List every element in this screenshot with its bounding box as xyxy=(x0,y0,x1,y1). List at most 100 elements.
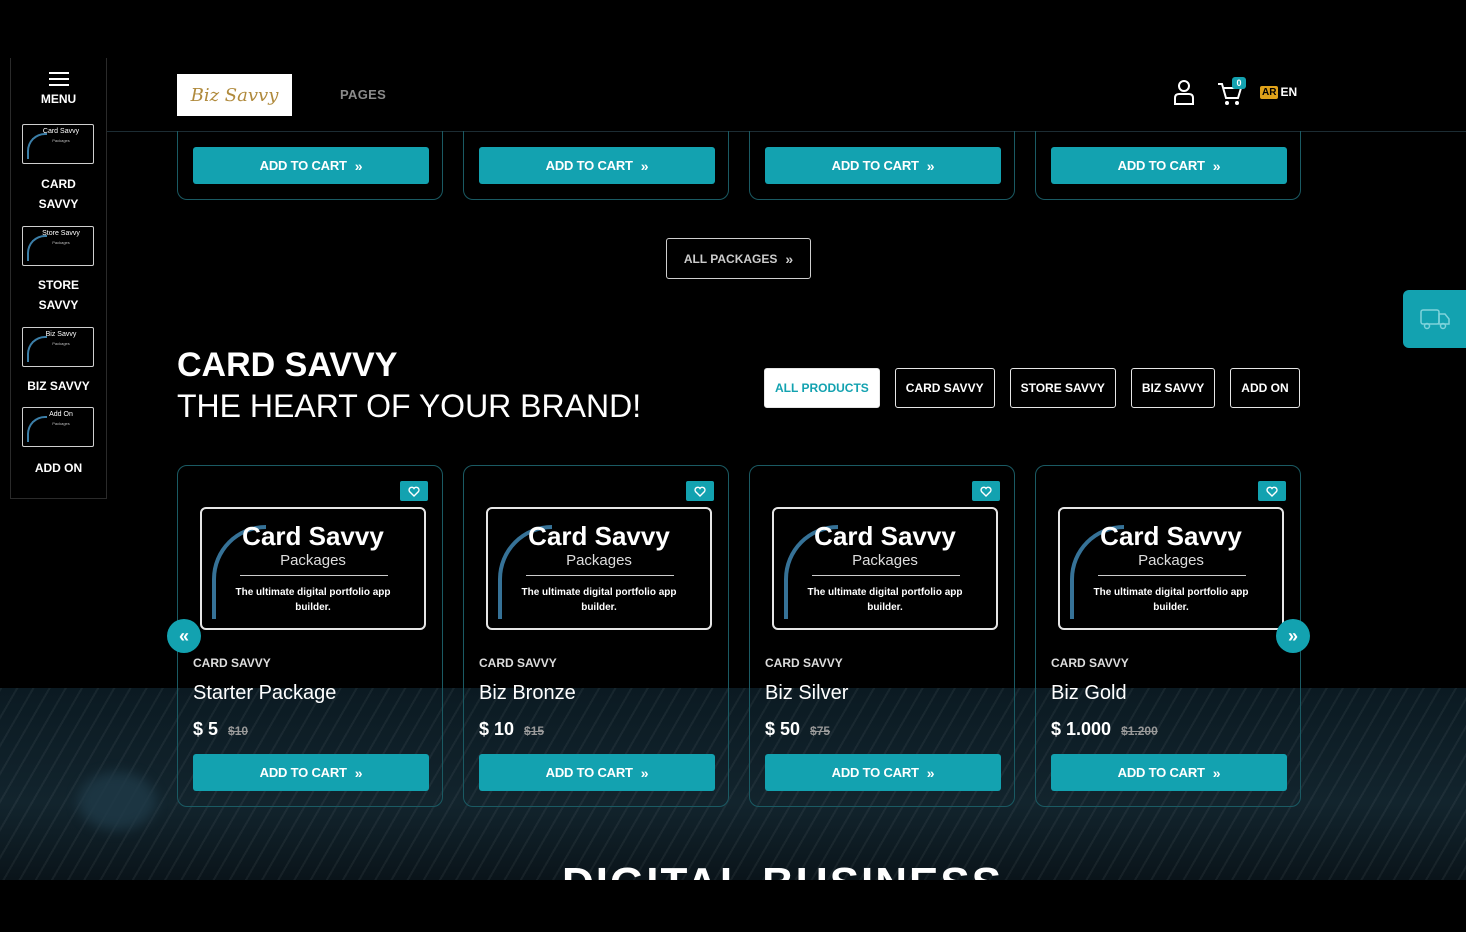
product-name[interactable]: Starter Package xyxy=(193,682,336,705)
filter-all-products[interactable]: ALL PRODUCTS xyxy=(764,368,880,408)
nav-pages[interactable]: PAGES xyxy=(340,87,386,102)
button-label: ADD TO CART xyxy=(831,158,919,173)
menu-button[interactable]: MENU xyxy=(11,68,106,106)
sidebar-item-card-savvy[interactable]: CARD SAVVY xyxy=(11,174,106,214)
product-category: CARD SAVVY xyxy=(193,656,271,670)
product-card: Card Savvy Packages The ultimate digital… xyxy=(1035,465,1301,807)
side-thumb-card-savvy[interactable]: Card Savvy Packages xyxy=(22,124,94,164)
wishlist-heart-icon[interactable] xyxy=(686,481,714,501)
chevrons-right-icon: » xyxy=(354,764,363,781)
add-to-cart-button[interactable]: ADD TO CART » xyxy=(1051,754,1287,791)
product-card-top: ADD TO CART » xyxy=(1035,131,1301,200)
product-card-top: ADD TO CART » xyxy=(463,131,729,200)
button-label: ADD TO CART xyxy=(1117,765,1205,780)
old-price: $75 xyxy=(810,724,831,738)
thumb-description: The ultimate digital portfolio app build… xyxy=(235,587,391,613)
chevrons-right-icon: » xyxy=(354,157,363,174)
filter-store-savvy[interactable]: STORE SAVVY xyxy=(1009,368,1116,408)
button-label: ADD TO CART xyxy=(545,158,633,173)
chevrons-right-icon: » xyxy=(1287,625,1298,646)
hamburger-icon xyxy=(48,72,69,86)
filter-biz-savvy[interactable]: BIZ SAVVY xyxy=(1130,368,1216,408)
thumb-subtitle: Packages xyxy=(52,138,70,143)
sidebar-item-label: SAVVY xyxy=(38,197,79,211)
wishlist-heart-icon[interactable] xyxy=(400,481,428,501)
old-price: $1.200 xyxy=(1121,724,1158,738)
lang-en[interactable]: EN xyxy=(1280,85,1297,99)
background-glow xyxy=(78,772,156,830)
delivery-tab[interactable] xyxy=(1403,290,1466,348)
product-name[interactable]: Biz Silver xyxy=(765,682,848,705)
old-price: $10 xyxy=(228,724,249,738)
button-label: ADD TO CART xyxy=(831,765,919,780)
logo-text: Biz Savvy xyxy=(190,84,279,106)
current-price: $ 10 xyxy=(479,719,515,739)
add-to-cart-button[interactable]: ADD TO CART » xyxy=(193,147,429,184)
sidebar-item-label: BIZ SAVVY xyxy=(27,379,90,393)
product-price: $ 50 $75 xyxy=(765,719,830,740)
thumb-description: The ultimate digital portfolio app build… xyxy=(521,587,677,613)
thumb-description: The ultimate digital portfolio app build… xyxy=(1093,587,1249,613)
user-icon[interactable] xyxy=(1173,79,1195,105)
truck-icon xyxy=(1420,309,1450,330)
product-image[interactable]: Card Savvy Packages The ultimate digital… xyxy=(200,507,426,630)
add-to-cart-button[interactable]: ADD TO CART » xyxy=(765,147,1001,184)
sidebar-item-biz-savvy[interactable]: BIZ SAVVY xyxy=(11,376,106,396)
chevrons-right-icon: » xyxy=(640,764,649,781)
carousel-next-button[interactable]: » xyxy=(1276,619,1310,653)
cart-count-badge: 0 xyxy=(1232,77,1246,89)
product-image[interactable]: Card Savvy Packages The ultimate digital… xyxy=(1058,507,1284,630)
all-packages-button[interactable]: ALL PACKAGES » xyxy=(666,238,811,279)
button-label: ADD TO CART xyxy=(259,765,347,780)
add-to-cart-button[interactable]: ADD TO CART » xyxy=(479,754,715,791)
product-image[interactable]: Card Savvy Packages The ultimate digital… xyxy=(486,507,712,630)
divider xyxy=(1098,575,1246,576)
chevrons-right-icon: » xyxy=(926,157,935,174)
add-to-cart-button[interactable]: ADD TO CART » xyxy=(193,754,429,791)
logo[interactable]: Biz Savvy xyxy=(177,74,292,116)
product-name[interactable]: Biz Bronze xyxy=(479,682,576,705)
thumb-subtitle: Packages xyxy=(1138,552,1204,569)
thumb-title: Card Savvy xyxy=(242,521,384,551)
menu-label: MENU xyxy=(40,92,77,106)
side-thumb-store-savvy[interactable]: Store Savvy Packages xyxy=(22,226,94,266)
product-name[interactable]: Biz Gold xyxy=(1051,682,1127,705)
chevrons-left-icon: « xyxy=(178,625,189,646)
sidebar-item-add-on[interactable]: ADD ON xyxy=(11,458,106,478)
section-title: CARD SAVVY xyxy=(177,346,398,384)
thumb-subtitle: Packages xyxy=(566,552,632,569)
sidebar-item-store-savvy[interactable]: STORE SAVVY xyxy=(11,275,106,315)
lang-ar[interactable]: AR xyxy=(1260,85,1279,99)
add-to-cart-button[interactable]: ADD TO CART » xyxy=(479,147,715,184)
side-thumb-biz-savvy[interactable]: Biz Savvy Packages xyxy=(22,327,94,367)
category-filters: ALL PRODUCTS CARD SAVVY STORE SAVVY BIZ … xyxy=(764,368,1300,408)
product-image[interactable]: Card Savvy Packages The ultimate digital… xyxy=(772,507,998,630)
side-thumb-add-on[interactable]: Add On Packages xyxy=(22,407,94,447)
carousel-prev-button[interactable]: « xyxy=(167,619,201,653)
product-card-top: ADD TO CART » xyxy=(177,131,443,200)
thumb-title: Biz Savvy xyxy=(45,331,77,338)
sidebar-item-label: CARD xyxy=(41,177,76,191)
swoosh-graphic xyxy=(27,133,47,159)
side-menu: MENU Card Savvy Packages CARD SAVVY Stor… xyxy=(10,58,107,499)
filter-add-on[interactable]: ADD ON xyxy=(1230,368,1300,408)
thumb-title: Card Savvy xyxy=(1100,521,1242,551)
add-to-cart-button[interactable]: ADD TO CART » xyxy=(1051,147,1287,184)
filter-card-savvy[interactable]: CARD SAVVY xyxy=(894,368,995,408)
current-price: $ 5 xyxy=(193,719,219,739)
thumb-title: Add On xyxy=(49,411,73,418)
thumb-title: Card Savvy xyxy=(528,521,670,551)
product-card: Card Savvy Packages The ultimate digital… xyxy=(177,465,443,807)
chevrons-right-icon: » xyxy=(1212,764,1221,781)
current-price: $ 50 xyxy=(765,719,801,739)
page: Biz Savvy PAGES 0 AR EN MENU Card Savvy … xyxy=(0,0,1466,880)
language-switcher[interactable]: AR EN xyxy=(1260,85,1297,99)
add-to-cart-button[interactable]: ADD TO CART » xyxy=(765,754,1001,791)
divider xyxy=(240,575,388,576)
wishlist-heart-icon[interactable] xyxy=(1258,481,1286,501)
wishlist-heart-icon[interactable] xyxy=(972,481,1000,501)
chevrons-right-icon: » xyxy=(640,157,649,174)
button-label: ADD TO CART xyxy=(259,158,347,173)
product-price: $ 5 $10 xyxy=(193,719,248,740)
sidebar-item-label: ADD ON xyxy=(34,461,83,475)
